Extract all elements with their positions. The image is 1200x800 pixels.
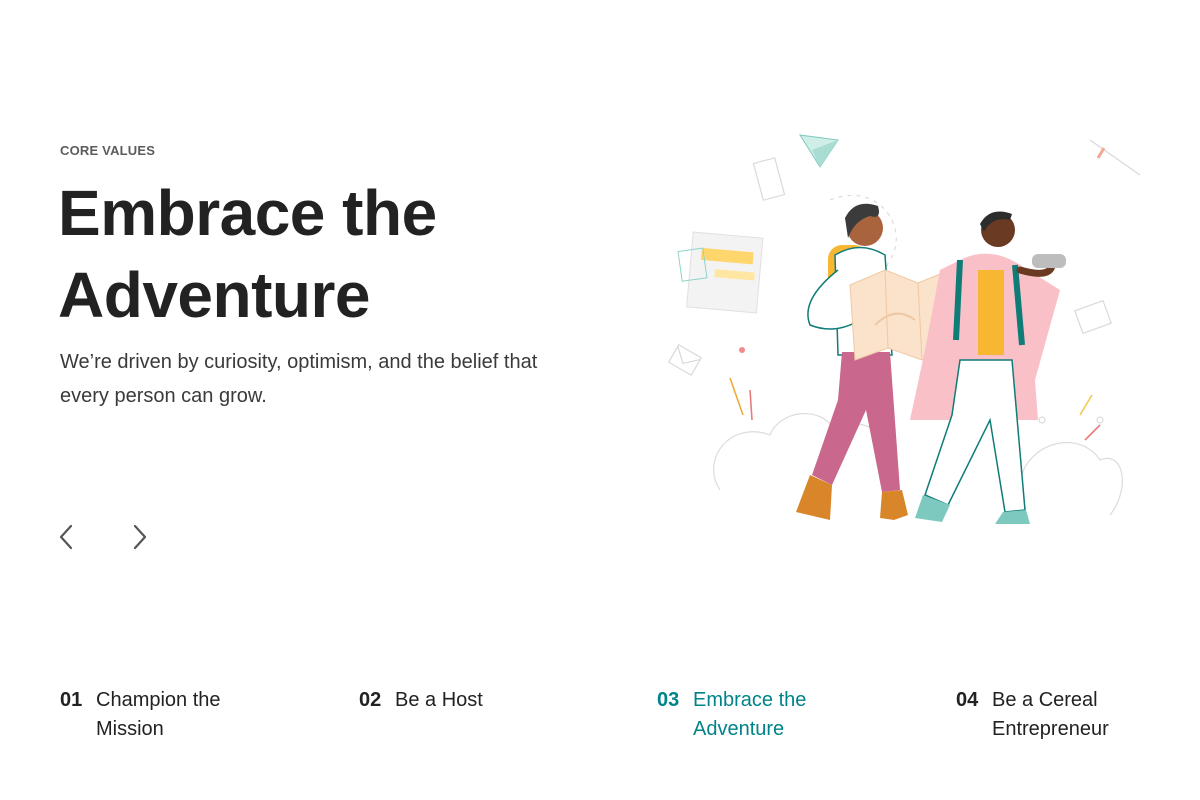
value-label: Champion the Mission [96,689,221,740]
value-label: Be a Cereal Entrepreneur [992,689,1109,740]
value-number: 03 [657,689,680,711]
value-label: Be a Host [395,689,483,711]
value-item-champion-the-mission[interactable]: 01 Champion the Mission [60,686,266,744]
adventure-illustration [667,134,1141,524]
browser-window-icon [677,231,764,314]
chevron-left-icon [59,524,73,550]
section-description: We’re driven by curiosity, optimism, and… [60,351,538,407]
core-values-section: CORE VALUES Embrace the Adventure We’re … [0,0,1200,800]
traveler-with-map [796,203,908,520]
eyebrow-label: CORE VALUES [60,143,156,158]
value-label: Embrace the Adventure [693,689,807,740]
previous-button[interactable] [50,520,84,554]
headline-line-2: Adventure [58,259,371,331]
traveler-with-binoculars [910,211,1066,524]
value-item-be-a-host[interactable]: 02 Be a Host [359,686,565,715]
next-button[interactable] [122,520,156,554]
paper-plane-icon [799,134,839,168]
value-item-embrace-the-adventure[interactable]: 03 Embrace the Adventure [657,686,863,744]
headline-line-1: Embrace the [58,177,437,249]
core-values-nav: 01 Champion the Mission 02 Be a Host 03 … [0,686,1200,766]
value-number: 01 [60,689,83,711]
page-title: Embrace the Adventure [58,172,578,336]
value-number: 02 [359,689,382,711]
value-item-be-a-cereal-entrepreneur[interactable]: 04 Be a Cereal Entrepreneur [956,686,1162,744]
chevron-right-icon [133,524,147,550]
value-number: 04 [956,689,979,711]
